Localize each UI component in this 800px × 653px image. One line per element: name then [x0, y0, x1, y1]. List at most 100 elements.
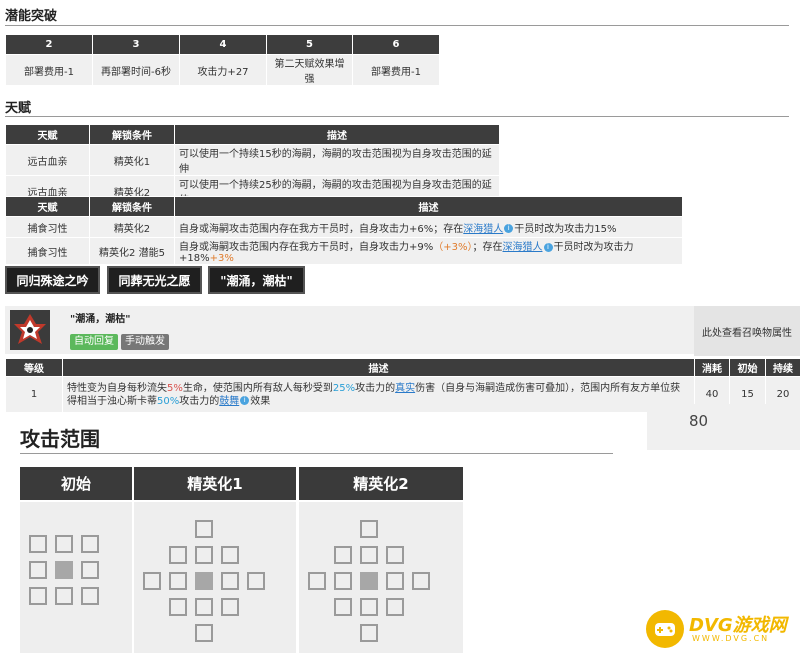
range-tile — [221, 546, 239, 564]
talent-divider — [5, 116, 789, 117]
range-tile — [386, 598, 404, 616]
talent-header-cond: 解锁条件 — [89, 196, 175, 217]
skill-icon — [10, 310, 50, 350]
skill-desc: 特性变为自身每秒流失5%生命，使范围内所有敌人每秒受到25%攻击力的真实伤害（自… — [62, 376, 695, 413]
inspire-link[interactable]: 鼓舞 — [219, 396, 239, 407]
range-tile — [29, 561, 47, 579]
deep-sea-hunter-link[interactable]: 深海猎人 — [503, 242, 543, 253]
potential-level: 6 — [352, 34, 440, 55]
skill-desc-text: 生命，使范围内所有敌人每秒受到 — [182, 382, 333, 394]
range-tile — [412, 572, 430, 590]
range-tile — [308, 572, 326, 590]
potential-level: 2 — [5, 34, 93, 55]
range-tile — [55, 587, 73, 605]
range-tile — [55, 535, 73, 553]
range-tile — [29, 535, 47, 553]
talent-desc-text: 自身或海嗣攻击范围内存在我方干员时，自身攻击力+6%；存在 — [179, 223, 464, 235]
extra-value: 80 — [689, 412, 709, 430]
range-tile — [360, 546, 378, 564]
talent-desc: 自身或海嗣攻击范围内存在我方干员时，自身攻击力+9%（+3%）；存在深海猎人 i 干… — [174, 237, 683, 265]
talent-name: 远古血亲 — [5, 144, 90, 176]
table-row: 捕食习性 精英化2 自身或海嗣攻击范围内存在我方干员时，自身攻击力+6%；存在深… — [5, 216, 683, 238]
range-tile — [221, 598, 239, 616]
auto-recovery-tag: 自动回复 — [70, 334, 118, 350]
range-tile — [81, 587, 99, 605]
extra-value-box: 80 — [647, 404, 800, 450]
summon-attributes-link[interactable]: 此处查看召唤物属性 — [694, 306, 800, 356]
range-tile — [195, 546, 213, 564]
skill-tab-2[interactable]: 同葬无光之愿 — [107, 266, 202, 294]
talent-name: 捕食习性 — [5, 216, 90, 238]
range-tile — [221, 572, 239, 590]
range-tile — [169, 546, 187, 564]
potential-bonus: +3% — [209, 253, 234, 264]
range-tile — [334, 598, 352, 616]
range-self-tile — [195, 572, 213, 590]
table-row: 远古血亲 精英化1 可以使用一个持续15秒的海嗣，海嗣的攻击范围视为自身攻击范围… — [5, 144, 500, 176]
range-self-tile — [55, 561, 73, 579]
skill-name: "潮涌，潮枯" — [70, 314, 131, 325]
potential-level: 5 — [266, 34, 353, 55]
talent-desc: 可以使用一个持续15秒的海嗣，海嗣的攻击范围视为自身攻击范围的延伸 — [174, 144, 500, 176]
talent-header-cond: 解锁条件 — [89, 124, 175, 145]
skill-value: 50% — [157, 395, 180, 407]
talent-cond: 精英化2 潜能5 — [89, 237, 175, 265]
potential-level: 4 — [179, 34, 267, 55]
info-icon[interactable]: i — [240, 396, 250, 405]
range-header-initial: 初始 — [20, 467, 132, 500]
true-damage-link[interactable]: 真实 — [395, 383, 415, 394]
skill-desc-text: 攻击力的 — [355, 382, 396, 394]
info-icon[interactable]: i — [543, 242, 553, 252]
range-tile — [169, 598, 187, 616]
skill-header-duration: 持续 — [765, 358, 800, 377]
watermark-url: WWW.DVG.CN — [692, 634, 770, 643]
skill-tab-1[interactable]: 同归殊途之吟 — [5, 266, 100, 294]
range-tile — [195, 598, 213, 616]
skill-desc-text: 攻击力的 — [179, 395, 220, 407]
range-tile — [386, 546, 404, 564]
talent-header-name: 天赋 — [5, 196, 90, 217]
range-tile — [247, 572, 265, 590]
range-tile — [81, 561, 99, 579]
deep-sea-hunter-link[interactable]: 深海猎人 — [463, 224, 503, 235]
watermark-logo-icon — [646, 610, 684, 648]
potential-divider — [5, 25, 789, 26]
talent-cond: 精英化1 — [89, 144, 175, 176]
range-tile — [143, 572, 161, 590]
potential-effect: 部署费用-1 — [352, 54, 440, 86]
potential-table: 2 3 4 5 6 部署费用-1 再部署时间-6秒 攻击力+27 第二天赋效果增… — [5, 34, 440, 86]
skill-value: 25% — [332, 382, 356, 394]
skill-header-cost: 消耗 — [694, 358, 730, 377]
range-tile — [360, 520, 378, 538]
gamepad-icon — [655, 623, 675, 636]
range-divider — [20, 453, 613, 454]
talent-desc-text: ；存在 — [472, 242, 503, 253]
range-tile — [195, 624, 213, 642]
potential-effect: 攻击力+27 — [179, 54, 267, 86]
talent-desc-text: 干员时改为攻击力15% — [514, 223, 617, 235]
skill-header-level: 等级 — [5, 358, 63, 377]
talent-table-2: 天赋 解锁条件 描述 捕食习性 精英化2 自身或海嗣攻击范围内存在我方干员时，自… — [5, 196, 683, 265]
info-icon[interactable]: i — [504, 224, 514, 233]
potential-level: 3 — [92, 34, 180, 55]
range-self-tile — [360, 572, 378, 590]
talent-section-title: 天赋 — [5, 101, 32, 116]
talent-desc-text: 自身或海嗣攻击范围内存在我方干员时，自身攻击力+9% — [179, 242, 434, 253]
potential-effect: 第二天赋效果增强 — [266, 54, 353, 86]
talent-header-desc: 描述 — [174, 196, 683, 217]
skill-desc-text: 效果 — [250, 395, 271, 407]
manual-trigger-tag: 手动触发 — [121, 334, 169, 350]
range-tile — [81, 535, 99, 553]
skill-emblem-icon — [10, 310, 50, 350]
range-tile — [334, 572, 352, 590]
range-tile — [195, 520, 213, 538]
potential-bonus: （+3%） — [433, 242, 473, 253]
skill-tags: 自动回复 手动触发 — [70, 334, 172, 350]
skill-desc-text: 特性变为自身每秒流失 — [67, 382, 167, 394]
skill-level: 1 — [5, 376, 63, 413]
skill-value: 5% — [167, 382, 183, 394]
skill-tab-3[interactable]: "潮涌，潮枯" — [208, 266, 305, 294]
talent-header-name: 天赋 — [5, 124, 90, 145]
range-tile — [29, 587, 47, 605]
potential-effect: 部署费用-1 — [5, 54, 93, 86]
